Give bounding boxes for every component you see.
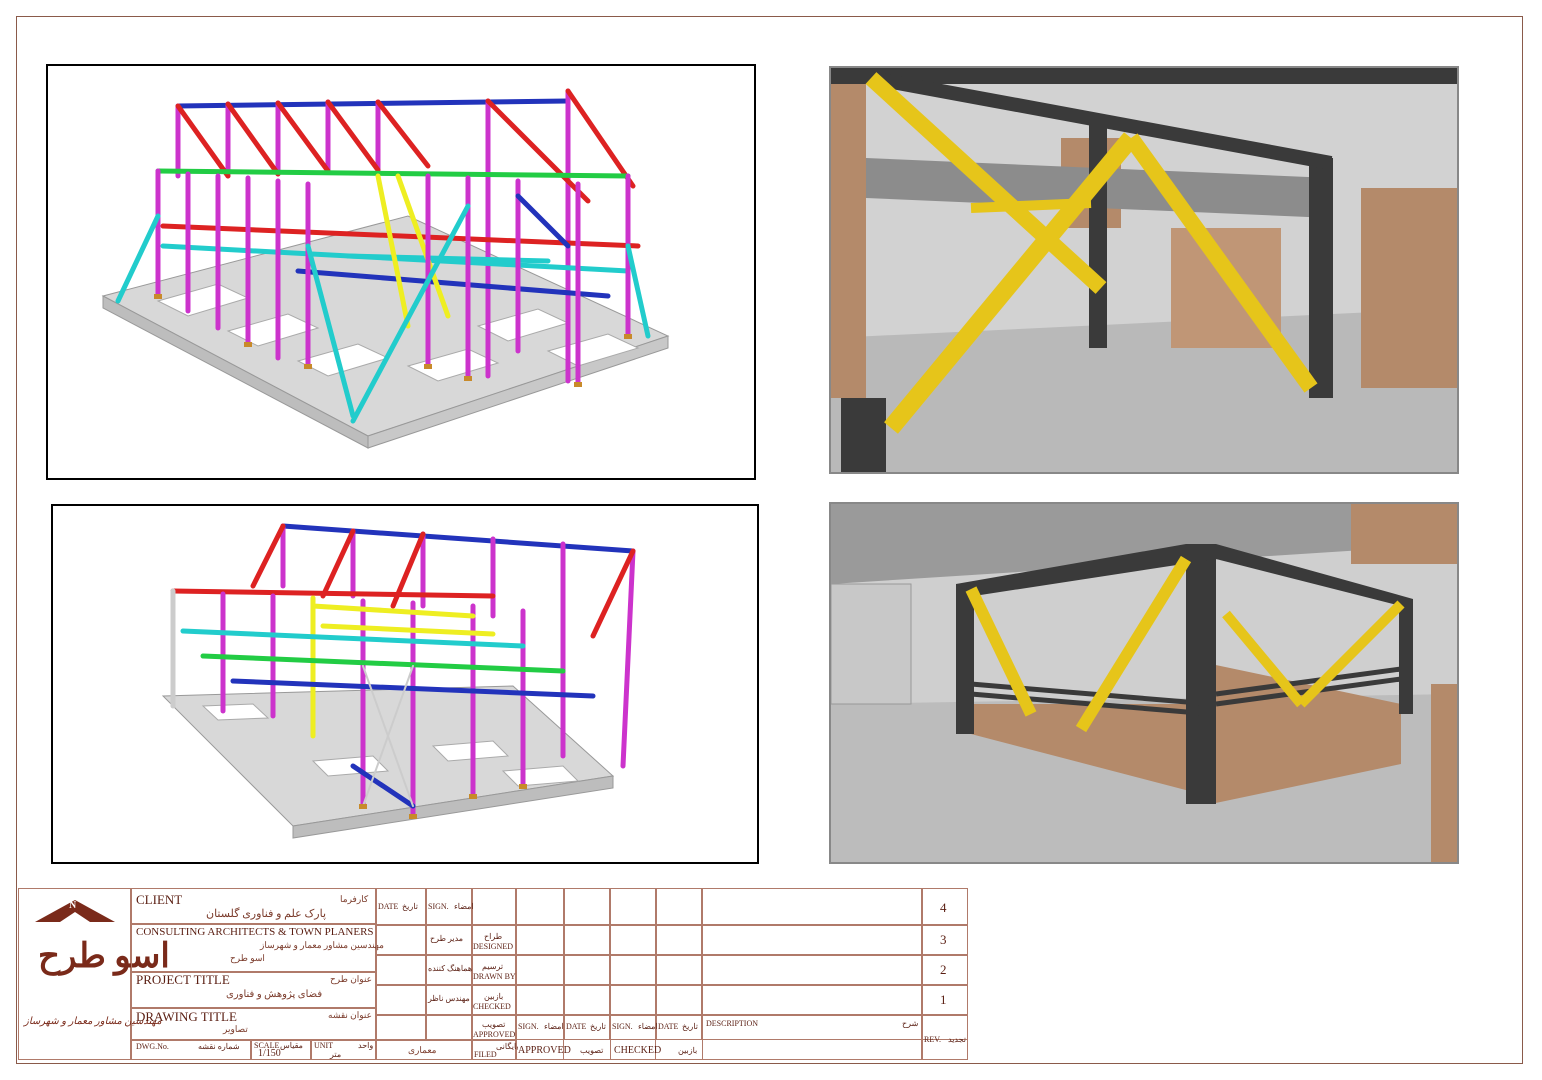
- rev-col-4: [656, 888, 702, 1040]
- date-header-fa: تاریخ: [402, 902, 418, 911]
- designer-role-fa: مدیر طرح: [430, 934, 464, 943]
- description-header-fa: شرح: [902, 1019, 919, 1028]
- interior-render-view-1: [829, 66, 1459, 474]
- revision-number: 3: [940, 932, 947, 947]
- drawn-label-fa: ترسیم: [482, 962, 504, 971]
- rev-row-3: [516, 984, 968, 986]
- rev-col-3: [610, 888, 656, 1060]
- approved-bottom-label-fa: تصویب: [580, 1046, 604, 1055]
- structure-model-drawing-1: [101, 88, 670, 449]
- designed-label-fa: طراح: [484, 932, 503, 941]
- consultant-value: اسو طرح: [230, 953, 265, 963]
- rev-sign-header-2: SIGN.: [612, 1022, 633, 1031]
- discipline-value: معماری: [408, 1045, 437, 1055]
- rev-row-2: [516, 954, 968, 956]
- drawing-label-fa: عنوان نقشه: [328, 1010, 373, 1020]
- approved-bottom-label: APPROVED: [518, 1045, 571, 1056]
- interior-render-image-1: [831, 68, 1457, 472]
- rev-col-desc: [702, 888, 922, 1060]
- checked-label-fa: بازبین: [484, 992, 504, 1001]
- sign-header: SIGN.: [428, 902, 449, 911]
- approved-label-fa: تصویب: [482, 1020, 506, 1029]
- unit-value: متر: [330, 1050, 342, 1059]
- revision-number: 4: [940, 900, 947, 915]
- description-header: DESCRIPTION: [706, 1019, 759, 1028]
- checked-label: CHECKED: [473, 1002, 511, 1011]
- drawing-value: تصاویر: [223, 1024, 248, 1034]
- rev-sign-header-fa: امضاء: [544, 1022, 564, 1031]
- interior-render-view-2: [829, 502, 1459, 864]
- structure-model-view-2: [51, 504, 759, 864]
- consultant-label-fa: مهندسین مشاور معمار و شهرساز: [260, 940, 384, 950]
- revision-number: 1: [940, 992, 947, 1007]
- rev-row-1: [516, 924, 968, 926]
- rev-col-1: [516, 888, 564, 1060]
- project-value: فضای پژوهش و فناوری: [226, 989, 323, 1000]
- rev-sign-header: SIGN.: [518, 1022, 539, 1031]
- row-line-1: [376, 924, 516, 926]
- consultant-label: CONSULTING ARCHITECTS & TOWN PLANERS: [136, 926, 374, 938]
- rev-col-2: [564, 888, 610, 1040]
- scale-label-fa: مقیاس: [280, 1041, 303, 1050]
- revision-number: 2: [940, 962, 947, 977]
- project-label: PROJECT TITLE: [136, 972, 230, 987]
- client-value: پارک علم و فناوری گلستان: [206, 908, 327, 920]
- logo-mark: N: [69, 900, 77, 911]
- unit-label: UNIT: [314, 1041, 334, 1050]
- rev-date-header: DATE: [566, 1022, 587, 1031]
- rev-date-header-fa: تاریخ: [590, 1022, 606, 1031]
- sign-header-fa: امضاء: [454, 902, 474, 911]
- approved-label: APPROVED: [473, 1030, 516, 1039]
- unit-label-fa: واحد: [358, 1041, 374, 1050]
- rev-header: REV.: [924, 1035, 941, 1044]
- drafter-role-fa: هماهنگ کننده: [428, 964, 473, 973]
- rev-row-4: [516, 1014, 968, 1016]
- checked-bottom-label-fa: بازبین: [678, 1046, 698, 1055]
- checked-bottom-label: CHECKED: [614, 1045, 662, 1056]
- row-line-2: [376, 954, 516, 956]
- drawn-label: DRAWN BY: [473, 972, 516, 981]
- client-label: CLIENT: [136, 892, 183, 907]
- structure-model-drawing-2: [161, 523, 636, 839]
- drawing-label: DRAWING TITLE: [136, 1009, 237, 1024]
- dwg-no-label: DWG.No.: [136, 1042, 169, 1051]
- project-label-fa: عنوان طرح: [330, 974, 373, 984]
- client-label-fa: کارفرما: [340, 894, 369, 904]
- title-block: N اسو طرح مهندسین مشاور معمار و شهرساز C…: [18, 888, 968, 1060]
- checker-role-fa: مهندس ناظر: [428, 994, 470, 1003]
- scale-value: 1/150: [258, 1048, 281, 1059]
- rev-date-header-2-fa: تاریخ: [682, 1022, 698, 1031]
- rev-sign-header-2-fa: امضاء: [638, 1022, 658, 1031]
- interior-render-image-2: [831, 504, 1457, 862]
- row-line-4: [376, 1014, 516, 1016]
- filed-label: FILED: [474, 1050, 497, 1059]
- dwg-no-label-fa: شماره نقشه: [198, 1042, 240, 1051]
- rev-header-fa: تجدید: [948, 1035, 967, 1044]
- date-header: DATE: [378, 902, 399, 911]
- rev-date-header-2: DATE: [658, 1022, 679, 1031]
- designed-label: DESIGNED: [473, 942, 513, 951]
- row-line-3: [376, 984, 516, 986]
- structure-model-view-1: [46, 64, 756, 480]
